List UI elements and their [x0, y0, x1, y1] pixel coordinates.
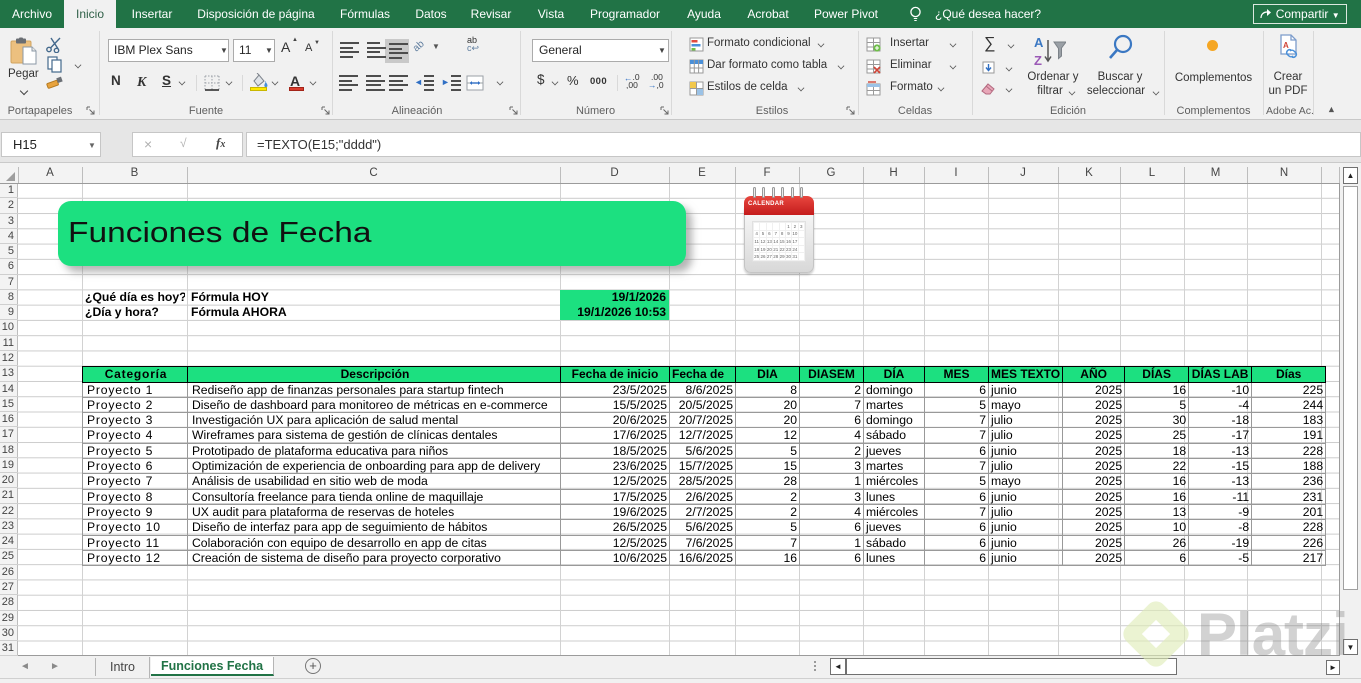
svg-text:A: A [1283, 41, 1289, 50]
svg-text:A: A [1034, 35, 1044, 50]
svg-text:Z: Z [1034, 53, 1042, 68]
